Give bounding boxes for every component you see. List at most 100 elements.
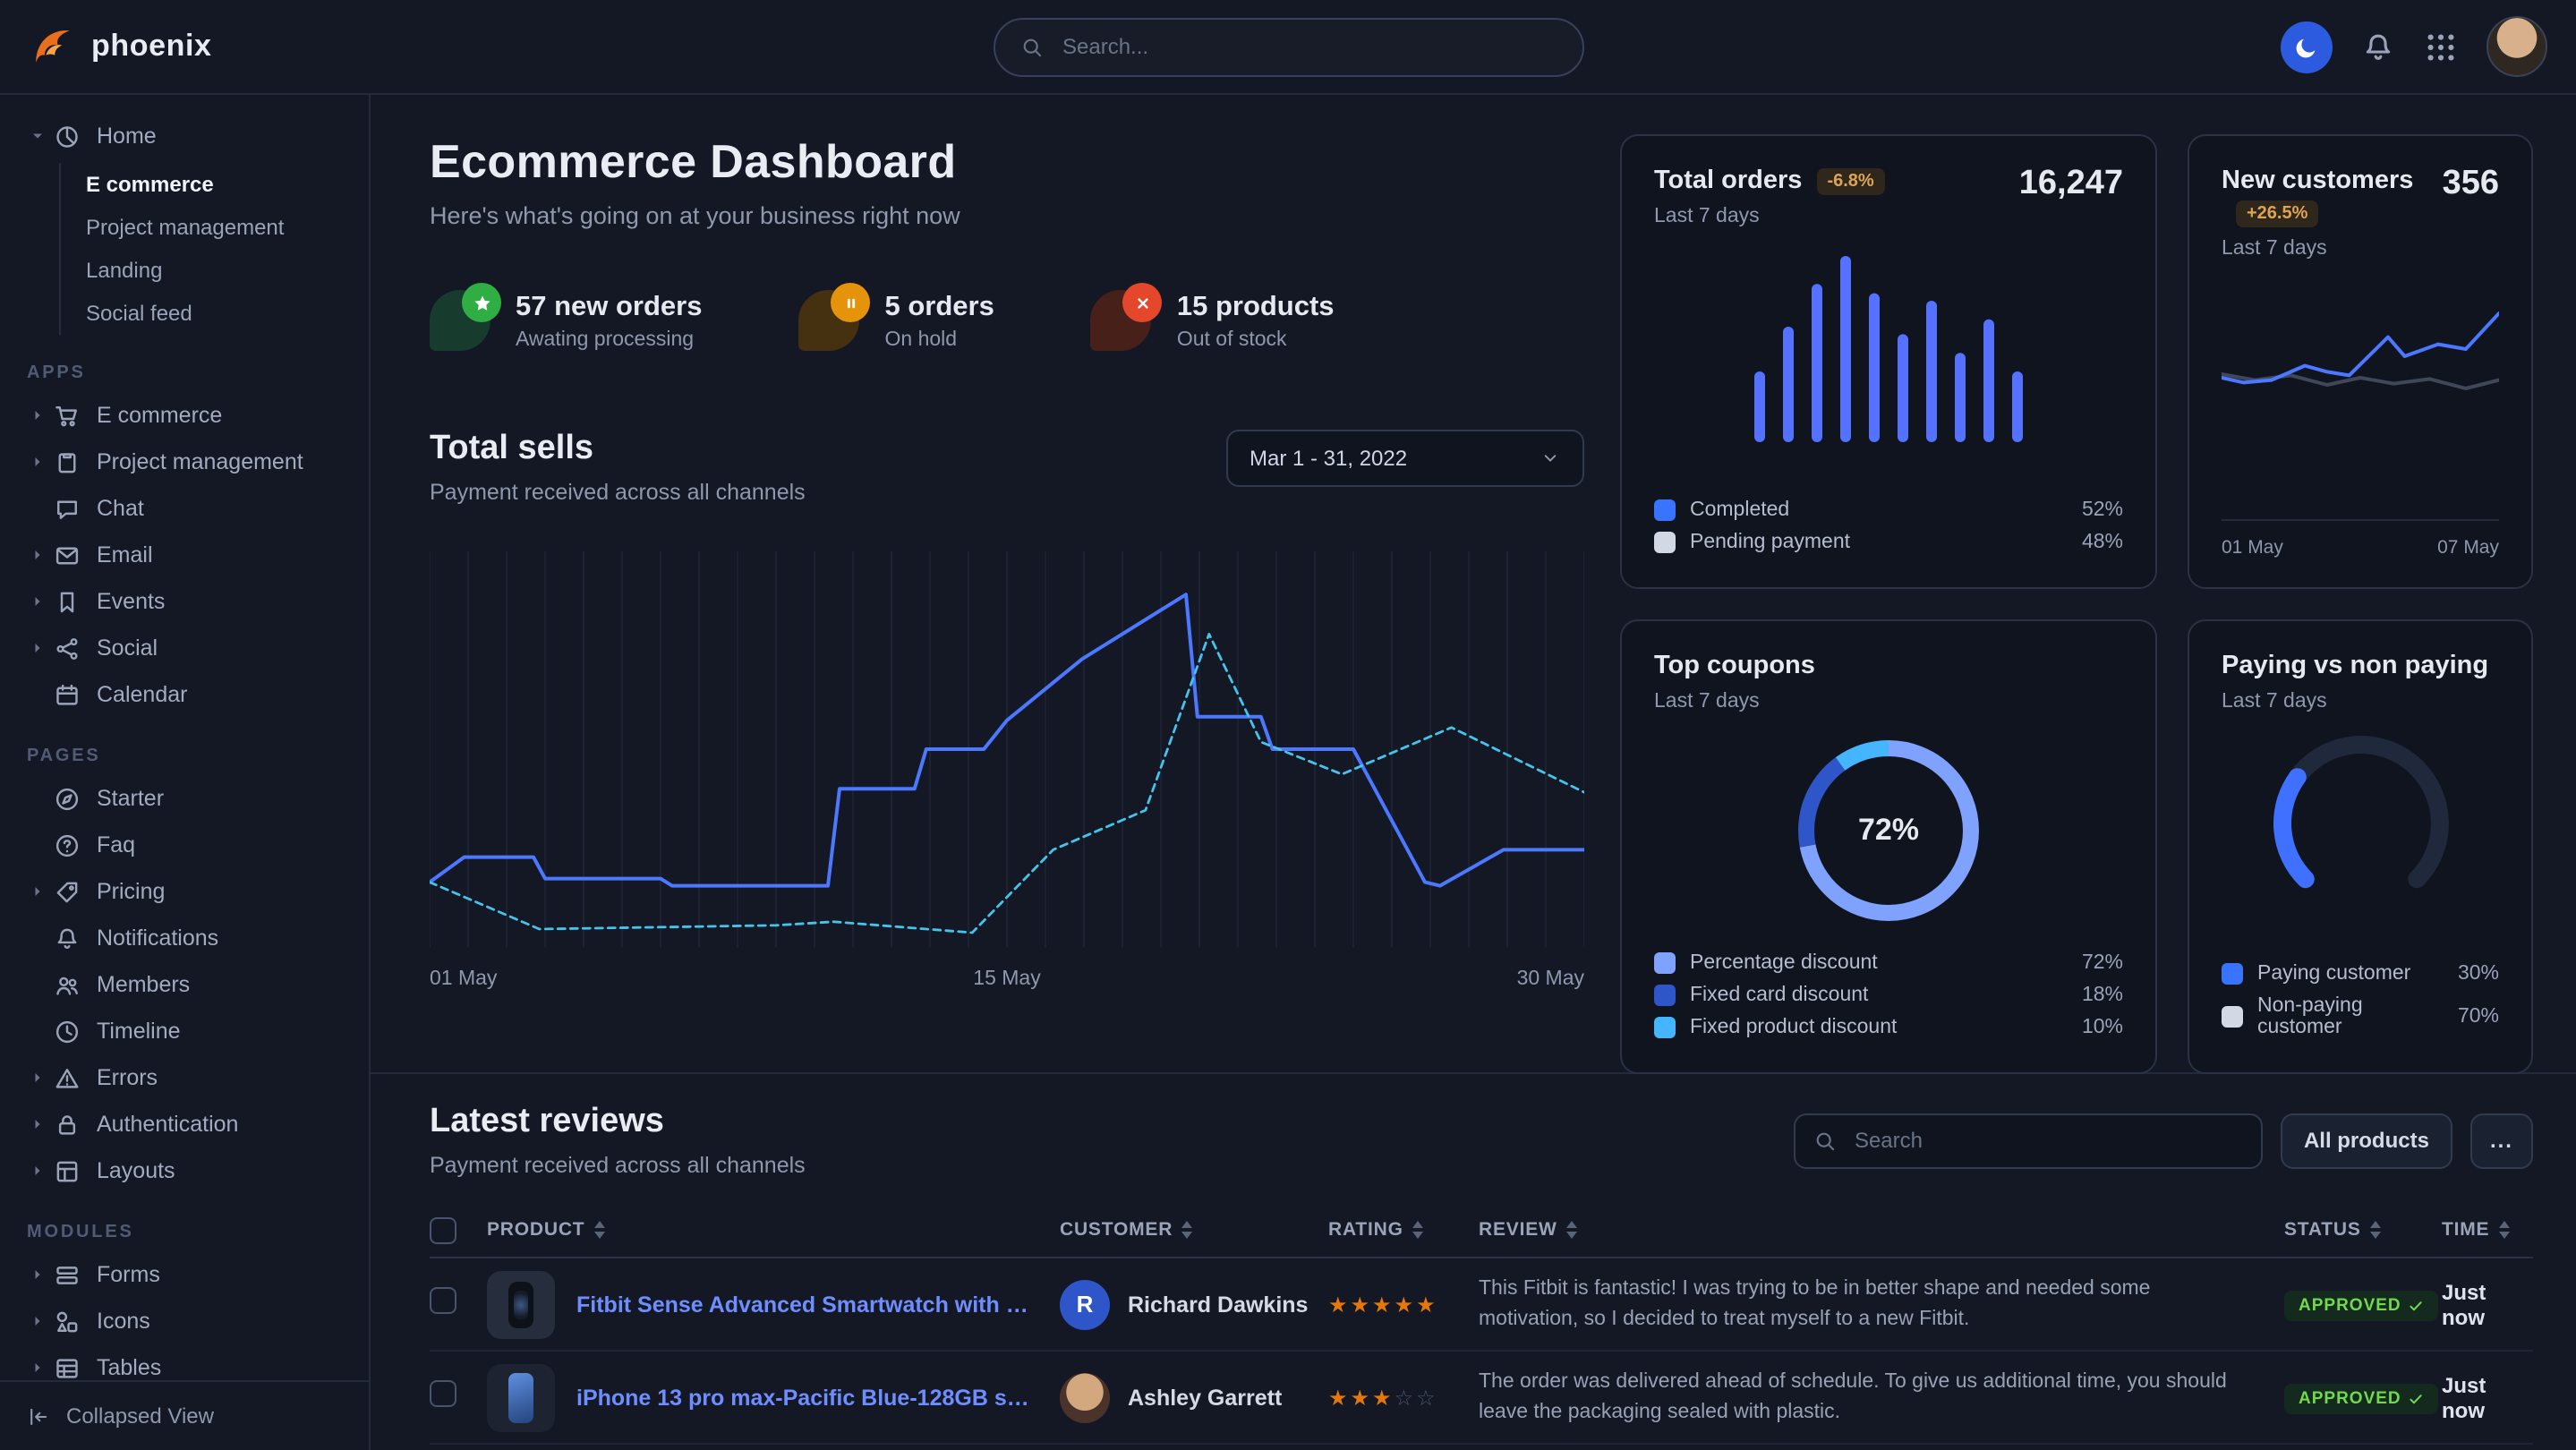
legend-swatch xyxy=(1654,985,1676,1006)
legend-swatch xyxy=(1654,1017,1676,1038)
date-range-select[interactable]: Mar 1 - 31, 2022 xyxy=(1226,430,1584,487)
moon-icon xyxy=(2293,33,2320,60)
total-orders-bar-chart xyxy=(1754,242,2023,442)
bell-icon xyxy=(2361,30,2395,64)
collapse-icon xyxy=(27,1404,50,1428)
sort-icon xyxy=(1566,1221,1577,1239)
all-products-button[interactable]: All products xyxy=(2281,1113,2452,1168)
total-sells-x-axis: 01 May 15 May 30 May xyxy=(430,968,1584,990)
stat-out-of-stock: 15 productsOut of stock xyxy=(1091,290,1335,351)
paying-legend: Paying customer30%Non-paying customer70% xyxy=(2222,958,2499,1044)
sidebar-item-layouts[interactable]: Layouts xyxy=(0,1147,369,1194)
total-sells-title: Total sells xyxy=(430,430,806,469)
sidebar-item-events[interactable]: Events xyxy=(0,578,369,625)
global-search-input[interactable] xyxy=(1059,32,1557,61)
sidebar-item-project-management[interactable]: Project management xyxy=(61,206,369,249)
bookmark-icon xyxy=(54,588,81,615)
sidebar-item-social-feed[interactable]: Social feed xyxy=(61,292,369,335)
dark-mode-toggle[interactable] xyxy=(2281,21,2333,72)
sort-icon xyxy=(2498,1221,2509,1239)
sidebar-item-authentication[interactable]: Authentication xyxy=(0,1101,369,1147)
sidebar-item-faq[interactable]: Faq xyxy=(0,822,369,868)
product-link[interactable]: iPhone 13 pro max-Pacific Blue-128GB sto… xyxy=(576,1385,1035,1410)
sidebar-item-e-commerce[interactable]: E commerce xyxy=(0,392,369,439)
legend-item-pending-payment: Pending payment48% xyxy=(1654,526,2123,559)
customer-name: Ashley Garrett xyxy=(1128,1385,1282,1410)
sidebar-item-icons[interactable]: Icons xyxy=(0,1298,369,1344)
share-icon xyxy=(54,635,81,661)
sidebar-item-email[interactable]: Email xyxy=(0,532,369,578)
sidebar-home-children: E commerceProject managementLandingSocia… xyxy=(59,163,369,335)
column-header-review[interactable]: REVIEW xyxy=(1479,1219,2284,1241)
reviews-table-header: PRODUCTCUSTOMERRATINGREVIEWSTATUSTIME xyxy=(430,1203,2533,1258)
table-row xyxy=(430,1445,2533,1450)
collapsed-view-toggle[interactable]: Collapsed View xyxy=(0,1380,369,1450)
donut-center-label: 72% xyxy=(1788,730,1989,931)
column-header-customer[interactable]: CUSTOMER xyxy=(1060,1219,1328,1241)
status-badge: APPROVED xyxy=(2284,1290,2439,1320)
customer-avatar: R xyxy=(1060,1279,1110,1329)
caret-right-icon xyxy=(25,1263,48,1286)
form-icon xyxy=(54,1261,81,1288)
legend-swatch xyxy=(1654,499,1676,521)
sidebar-item-landing[interactable]: Landing xyxy=(61,249,369,292)
legend-swatch xyxy=(2222,963,2243,985)
global-search[interactable] xyxy=(993,17,1583,76)
table-row: Fitbit Sense Advanced Smartwatch with To… xyxy=(430,1258,2533,1352)
compass-icon xyxy=(54,785,81,812)
brand[interactable]: phoenix xyxy=(29,23,212,70)
topbar: phoenix xyxy=(0,0,2576,95)
legend-swatch xyxy=(1654,532,1676,553)
sidebar-item-calendar[interactable]: Calendar xyxy=(0,671,369,718)
users-icon xyxy=(54,971,81,998)
top-coupons-legend: Percentage discount72%Fixed card discoun… xyxy=(1654,947,2123,1044)
caret-right-icon xyxy=(25,1356,48,1378)
cart-icon xyxy=(54,402,81,429)
sidebar-item-starter[interactable]: Starter xyxy=(0,775,369,822)
review-time: Just now xyxy=(2442,1279,2533,1329)
row-checkbox[interactable] xyxy=(430,1379,456,1406)
notifications-button[interactable] xyxy=(2361,30,2395,64)
more-options-button[interactable]: ... xyxy=(2470,1113,2533,1168)
column-header-time[interactable]: TIME xyxy=(2442,1219,2533,1241)
column-header-rating[interactable]: RATING xyxy=(1328,1219,1479,1241)
select-all-checkbox[interactable] xyxy=(430,1216,456,1243)
product-link[interactable]: Fitbit Sense Advanced Smartwatch with To… xyxy=(576,1292,1035,1317)
new-customers-value: 356 xyxy=(2443,165,2499,204)
sidebar-item-notifications[interactable]: Notifications xyxy=(0,915,369,961)
user-avatar[interactable] xyxy=(2486,16,2547,77)
product-thumbnail xyxy=(487,1363,555,1431)
clock-icon xyxy=(54,1018,81,1045)
caret-right-icon xyxy=(25,636,48,660)
reviews-search-input[interactable] xyxy=(1851,1126,2243,1155)
page-title: Ecommerce Dashboard xyxy=(430,134,1584,190)
caret-down-icon xyxy=(25,124,48,148)
phoenix-logo-icon xyxy=(29,23,75,70)
sidebar-item-pricing[interactable]: Pricing xyxy=(0,868,369,915)
column-header-product[interactable]: PRODUCT xyxy=(487,1219,1060,1241)
sidebar-item-errors[interactable]: Errors xyxy=(0,1054,369,1101)
sidebar-item-e-commerce[interactable]: E commerce xyxy=(61,163,369,206)
sidebar-item-social[interactable]: Social xyxy=(0,625,369,671)
row-checkbox[interactable] xyxy=(430,1286,456,1313)
mail-icon xyxy=(54,542,81,568)
search-icon xyxy=(1019,35,1043,58)
sidebar-item-tables[interactable]: Tables xyxy=(0,1344,369,1378)
total-orders-value: 16,247 xyxy=(2019,165,2123,204)
sidebar-item-members[interactable]: Members xyxy=(0,961,369,1008)
sidebar-item-timeline[interactable]: Timeline xyxy=(0,1008,369,1054)
reviews-search[interactable] xyxy=(1794,1113,2263,1168)
sidebar-item-forms[interactable]: Forms xyxy=(0,1251,369,1298)
caret-right-icon xyxy=(25,404,48,427)
column-header-status[interactable]: STATUS xyxy=(2284,1219,2442,1241)
sidebar-item-project-management[interactable]: Project management xyxy=(0,439,369,485)
sidebar-item-chat[interactable]: Chat xyxy=(0,485,369,532)
rating-stars: ★★★★★ xyxy=(1328,1292,1438,1317)
sidebar-item-home[interactable]: Home xyxy=(0,113,369,159)
apps-menu-button[interactable] xyxy=(2424,30,2458,64)
pie-chart-icon xyxy=(54,123,81,149)
legend-item-completed: Completed52% xyxy=(1654,494,2123,526)
alert-icon xyxy=(54,1064,81,1091)
new-customers-x-axis: 01 May 07 May xyxy=(2222,519,2499,559)
top-coupons-donut-chart: 72% xyxy=(1788,730,1989,931)
